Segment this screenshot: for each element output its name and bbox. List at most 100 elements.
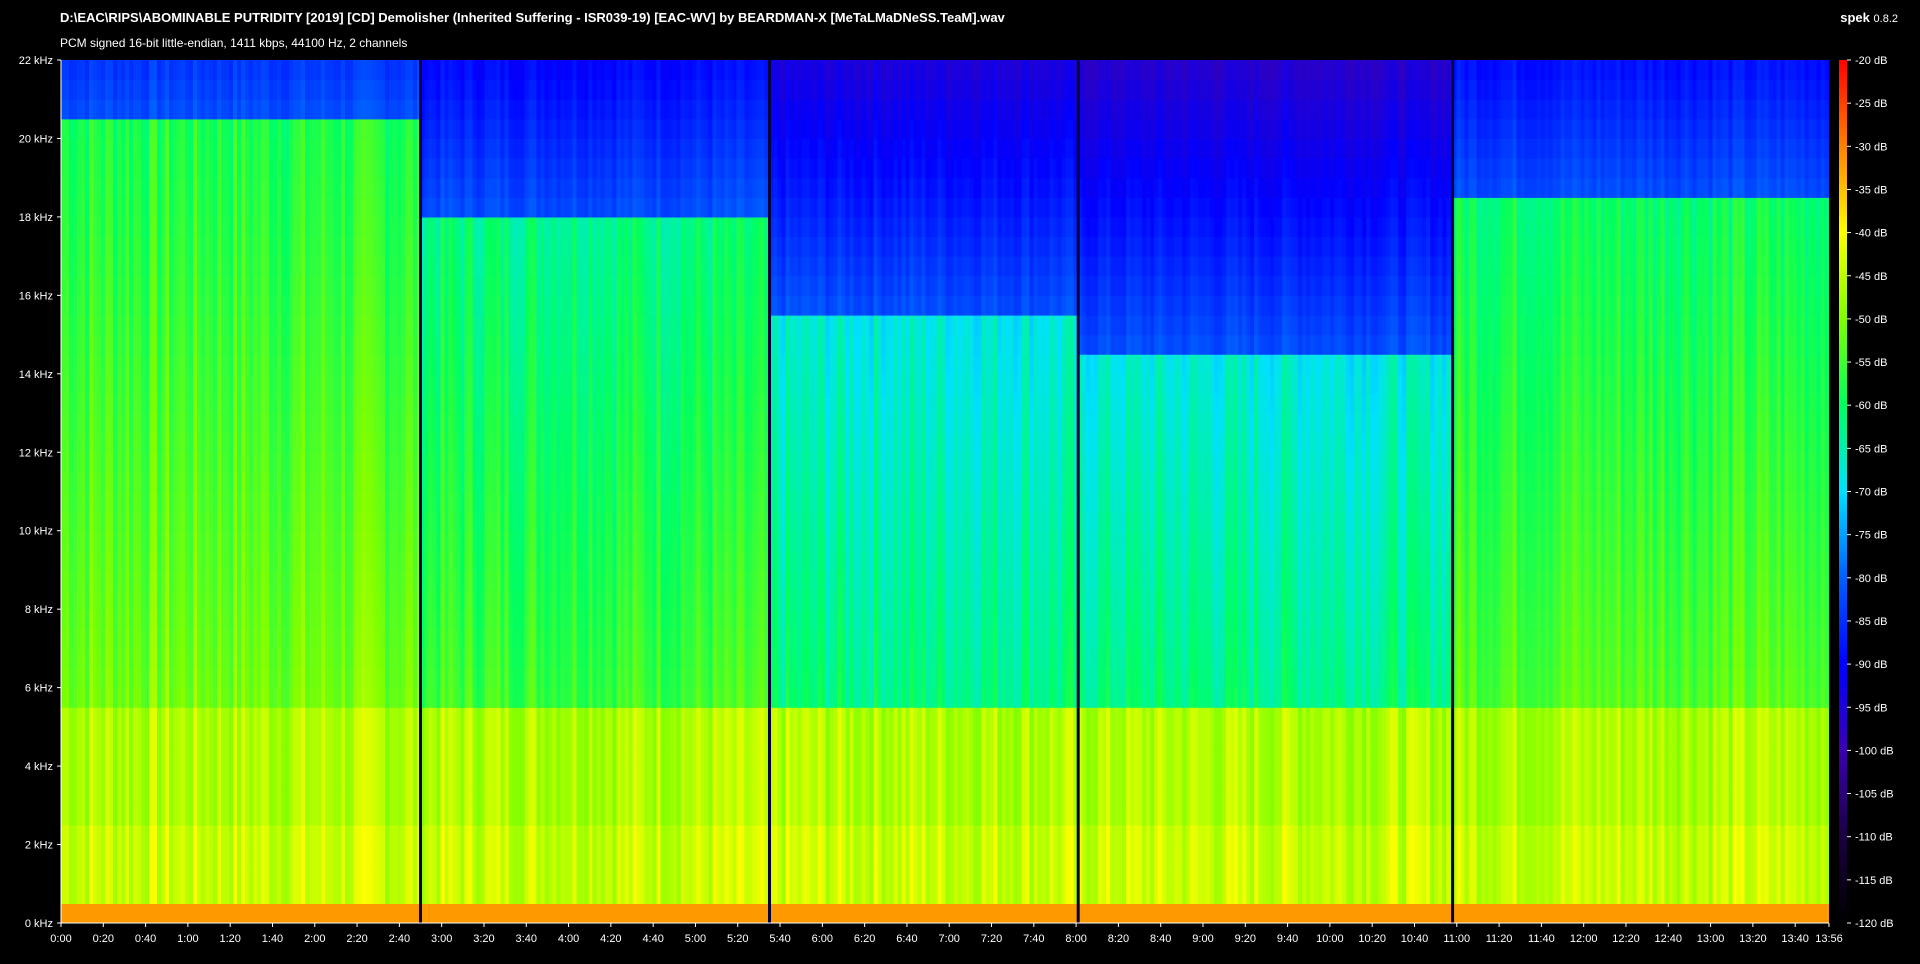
spectrogram-cell [101,903,106,923]
spectrogram-cell [488,609,494,630]
spectrogram-cell [181,413,186,434]
spectrogram-cell [205,668,210,689]
spectrogram-cell [149,550,154,571]
spectrogram-cell [393,471,398,493]
spectrogram-cell [317,530,322,551]
spectrogram-cell [313,864,318,885]
spectrogram-cell [205,471,210,493]
spectrogram-chart: 0:00 0:20 0:40 1:00 1:20 1:40 2:00 2:20 2:40 3:00… [19,55,1894,945]
spectrogram-cell [301,452,306,473]
spectrogram-cell [385,315,390,336]
spectrogram-cell [361,805,366,826]
spectrogram-cell [297,432,302,453]
spectrogram-cell [381,589,386,610]
spectrogram-cell [432,393,438,414]
spectrogram-cell [397,60,402,81]
spectrogram-cell [285,373,290,394]
spectrogram-cell [377,844,382,865]
spectrogram-cell [508,315,514,336]
spectrogram-cell [205,216,210,238]
spectrogram-cell [349,432,354,453]
spectrogram-cell [476,354,482,375]
spectrogram-cell [289,99,294,120]
spectrogram-cell [301,844,306,865]
spectrogram-cell [189,589,194,610]
spectrogram-cell [373,138,378,159]
spectrogram-cell [245,844,250,865]
spectrogram-cell [81,707,86,728]
spectrogram-cell [337,236,342,257]
spectrogram-cell [245,373,250,394]
spectrogram-cell [373,295,378,316]
spectrogram-cell [405,726,410,748]
spectrogram-cell [325,118,330,139]
spectrogram-cell [253,99,258,120]
spectrogram-cell [508,648,514,669]
spectrogram-cell [496,413,502,434]
spectrogram-cell [69,824,74,846]
spectrogram-cell [377,864,382,885]
spectrogram-cell [193,373,198,394]
spectrogram-cell [309,491,314,512]
spectrogram-cell [496,707,502,728]
spectrogram-cell [468,530,474,551]
spectrogram-cell [436,413,442,434]
spectrogram-cell [165,570,170,591]
spectrogram-cell [428,785,434,806]
spectrogram-cell [436,354,442,375]
spectrogram-cell [97,903,102,923]
spectrogram-cell [285,79,290,100]
spectrogram-cell [369,256,374,277]
spectrogram-cell [217,138,222,159]
spectrogram-cell [428,236,434,257]
spectrogram-cell [277,452,282,473]
spectrogram-cell [213,158,218,179]
spectrogram-cell [492,824,498,846]
spectrogram-cell [113,746,118,767]
spectrogram-cell [472,883,478,904]
spectrogram-cell [205,550,210,571]
spectrogram-cell [97,373,102,394]
spectrogram-cell [245,354,250,375]
spectrogram-cell [269,785,274,806]
spectrogram-cell [285,60,290,81]
spectrogram-cell [253,805,258,826]
spectrogram-cell [492,707,498,728]
spectrogram-cell [133,354,138,375]
spectrogram-cell [169,746,174,767]
spectrogram-cell [225,766,230,787]
spectrogram-cell [397,354,402,375]
spectrogram-cell [205,118,210,139]
spectrogram-cell [257,864,262,885]
spectrogram-cell [381,609,386,630]
spectrogram-cell [217,746,222,767]
spectrogram-cell [193,864,198,885]
spectrogram-cell [508,275,514,296]
spectrogram-cell [253,79,258,100]
spectrogram-cell [468,413,474,434]
spectrogram-cell [428,766,434,787]
spectrogram-cell [109,79,114,100]
spectrogram-cell [413,373,418,394]
spectrogram-cell [73,903,78,923]
spectrogram-cell [73,589,78,610]
spectrogram-cell [81,589,86,610]
spectrogram-cell [189,256,194,277]
spectrogram-cell [77,471,82,493]
spectrogram-cell [496,824,502,846]
spectrogram-cell [508,118,514,139]
spectrogram-cell [413,118,418,139]
spectrogram-cell [189,570,194,591]
spectrogram-cell [337,138,342,159]
spectrogram-cell [125,413,130,434]
spectrogram-cell [217,432,222,453]
spectrogram-cell [65,236,70,257]
spectrogram-cell [249,550,254,571]
spectrogram-cell [496,452,502,473]
spectrogram-cell [397,236,402,257]
spectrogram-cell [257,570,262,591]
spectrogram-cell [217,354,222,375]
spectrogram-cell [165,726,170,748]
spectrogram-cell [397,118,402,139]
spectrogram-cell [293,687,298,708]
